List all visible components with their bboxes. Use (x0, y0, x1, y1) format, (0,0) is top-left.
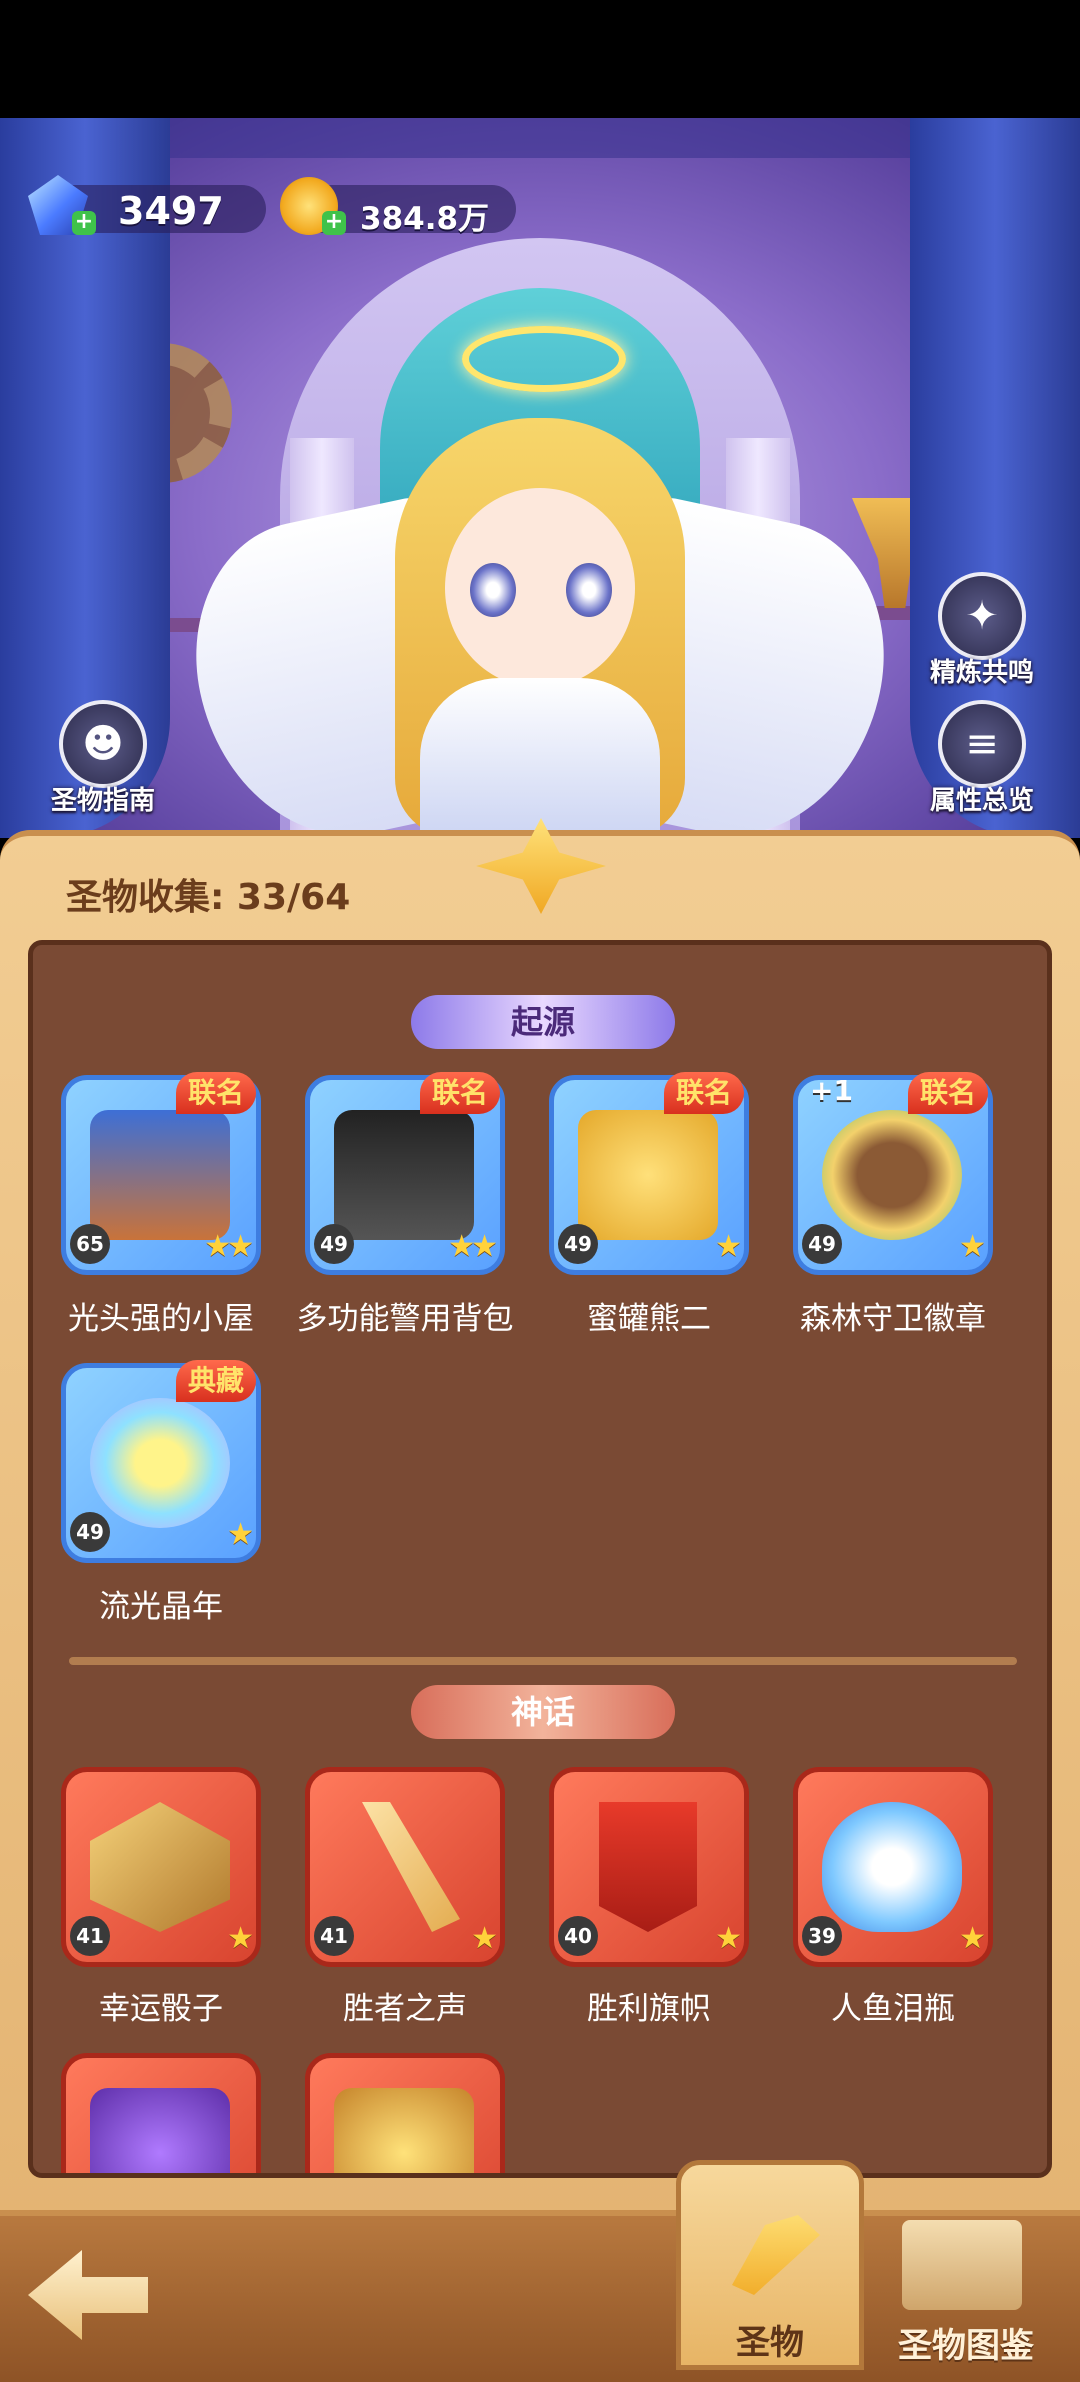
relic-card[interactable]: 联名 49 ★★ (305, 1072, 505, 1275)
level-badge: 65 (70, 1224, 110, 1264)
flower-relic-icon (90, 2088, 230, 2173)
level-badge: 39 (802, 1916, 842, 1956)
back-arrow-icon (28, 2250, 148, 2340)
level-badge: 49 (558, 1224, 598, 1264)
relic-guide-button[interactable]: ☻ 圣物指南 (28, 700, 178, 820)
potion-bottle-icon (822, 1802, 962, 1932)
relic-card[interactable]: 41 ★ (305, 1767, 505, 1967)
cabin-icon (90, 1110, 230, 1240)
relic-name: 光头强的小屋 (68, 1301, 254, 1337)
collection-badge: 典藏 (175, 1360, 256, 1402)
angel-eye-left (470, 563, 516, 617)
scroll-icon: ≡ (938, 700, 1026, 788)
tab-relic-codex[interactable]: 圣物图鉴 (872, 2220, 1060, 2370)
angel-dress (420, 678, 660, 838)
horn-relic-icon (334, 2088, 474, 2173)
tab-relic[interactable]: 圣物 (676, 2160, 864, 2370)
level-badge: 41 (314, 1916, 354, 1956)
relic-card[interactable]: 联名 65 ★★ (61, 1072, 261, 1275)
gem-amount: 3497 (118, 189, 224, 233)
relic-guide-label: 圣物指南 (50, 786, 155, 816)
star-rating: ★ (715, 1921, 742, 1956)
flute-icon (362, 1802, 460, 1932)
relic-name: 森林守卫徽章 (800, 1301, 986, 1337)
level-badge: 49 (70, 1512, 110, 1552)
angel-eye-right (566, 563, 612, 617)
relic-name: 多功能警用背包 (296, 1301, 514, 1337)
relic-card[interactable]: 典藏 49 ★ (61, 1360, 261, 1563)
honey-bear-icon (578, 1110, 718, 1240)
relic-list[interactable]: 起源 联名 65 ★★ 光头强的小屋 联名 49 ★★ 多功能警用背包 联名 4… (28, 940, 1052, 2178)
relic-card[interactable]: 41 ★ (61, 1767, 261, 1967)
level-badge: 41 (70, 1916, 110, 1956)
bonus-indicator: +1 (810, 1074, 853, 1107)
collection-count: 圣物收集: 33/64 (66, 877, 351, 918)
level-badge: 49 (802, 1224, 842, 1264)
relic-name: 幸运骰子 (99, 1991, 223, 2027)
star-rating: ★ (227, 1517, 254, 1552)
level-badge: 49 (314, 1224, 354, 1264)
refine-resonance-button[interactable]: ✦ 精炼共鸣 (907, 572, 1057, 692)
star-rating: ★ (471, 1921, 498, 1956)
tab-relic-label: 圣物 (736, 2323, 804, 2363)
relic-name: 胜者之声 (343, 1991, 467, 2027)
add-coins-icon[interactable]: + (322, 211, 346, 235)
relic-name: 胜利旗帜 (587, 1991, 711, 2027)
coin-amount: 384.8万 (360, 201, 490, 237)
attribute-overview-label: 属性总览 (929, 786, 1034, 816)
collab-badge: 联名 (175, 1072, 256, 1114)
banner-icon (599, 1802, 697, 1932)
relic-name: 流光晶年 (99, 1589, 223, 1625)
star-compass-icon: ✦ (938, 572, 1026, 660)
add-gems-icon[interactable]: + (72, 211, 96, 235)
gem-counter[interactable]: + 3497 (28, 175, 266, 235)
star-rating: ★★ (204, 1229, 254, 1264)
tab-relic-codex-label: 圣物图鉴 (898, 2326, 1034, 2366)
guide-npc-icon: ☻ (59, 700, 147, 788)
category-myth: 神话 (411, 1685, 675, 1739)
bear-badge-icon (822, 1110, 962, 1240)
category-origin: 起源 (411, 995, 675, 1049)
level-badge: 40 (558, 1916, 598, 1956)
collab-badge: 联名 (419, 1072, 500, 1114)
dice-icon (90, 1802, 230, 1932)
backpack-icon (334, 1110, 474, 1240)
star-rating: ★ (227, 1921, 254, 1956)
refine-resonance-label: 精炼共鸣 (929, 658, 1034, 688)
star-rating: ★ (959, 1229, 986, 1264)
relic-name: 蜜罐熊二 (587, 1301, 711, 1337)
snow-globe-icon (90, 1398, 230, 1528)
status-bar (0, 0, 1080, 118)
collab-badge: 联名 (907, 1072, 988, 1114)
relic-card[interactable]: 40 ★ (549, 1767, 749, 1967)
horn-icon (732, 2215, 820, 2295)
relic-name: 人鱼泪瓶 (831, 1991, 955, 2027)
section-divider (69, 1657, 1017, 1665)
relic-card[interactable] (305, 2053, 505, 2173)
halo (462, 326, 626, 392)
star-rating: ★ (959, 1921, 986, 1956)
relic-card[interactable] (61, 2053, 261, 2173)
book-icon (902, 2220, 1022, 2310)
collab-badge: 联名 (663, 1072, 744, 1114)
relic-card[interactable]: 39 ★ (793, 1767, 993, 1967)
relic-card[interactable]: 联名 49 ★ (549, 1072, 749, 1275)
star-rating: ★★ (448, 1229, 498, 1264)
back-button[interactable] (28, 2250, 148, 2340)
relic-card[interactable]: +1 联名 49 ★ (793, 1072, 993, 1275)
star-rating: ★ (715, 1229, 742, 1264)
attribute-overview-button[interactable]: ≡ 属性总览 (907, 700, 1057, 820)
coin-counter[interactable]: + 384.8万 (280, 177, 516, 237)
